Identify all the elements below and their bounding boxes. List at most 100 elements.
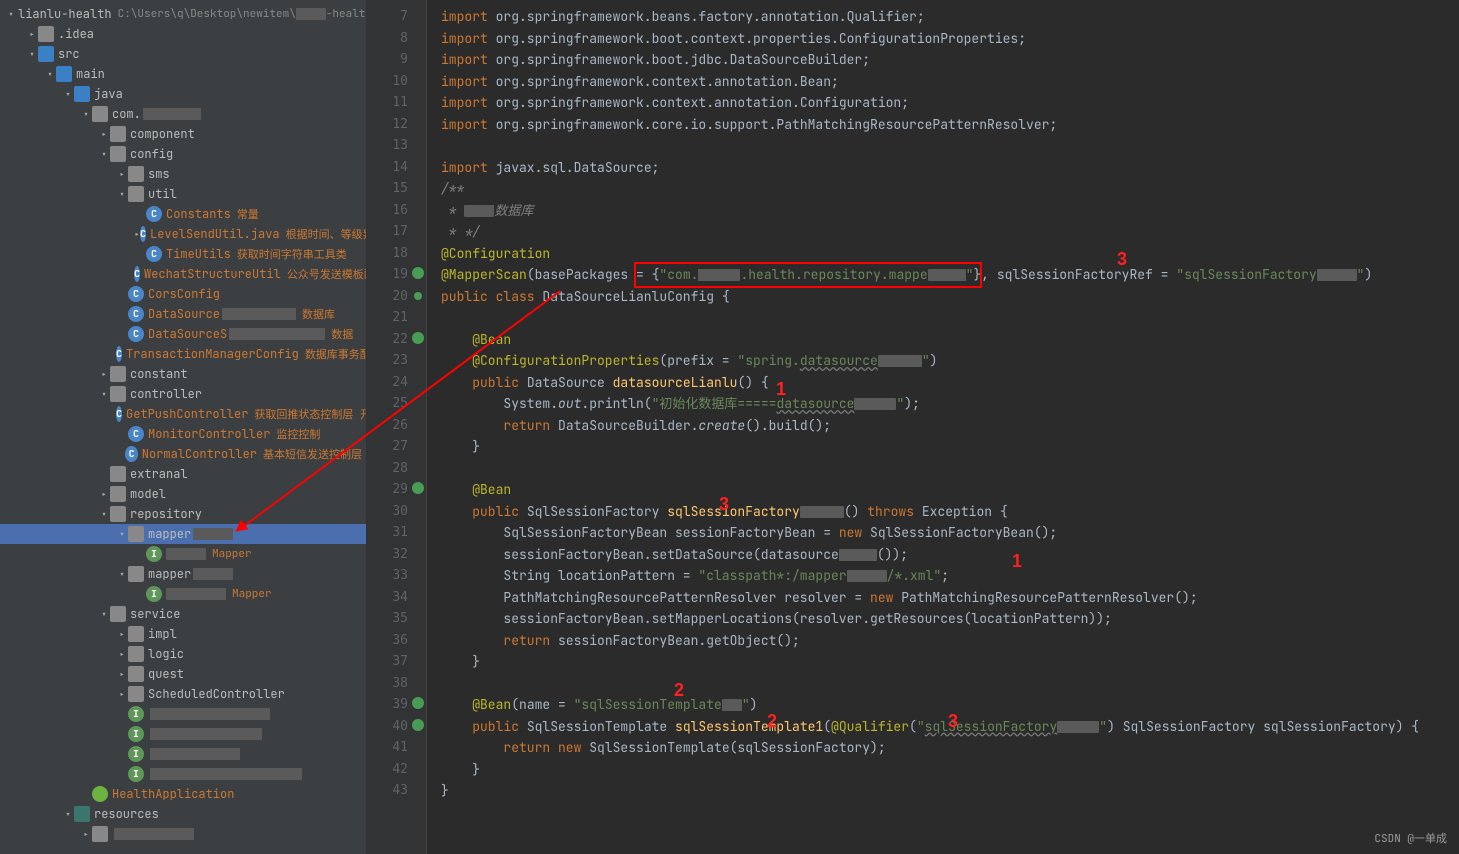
tree-item-blur[interactable] [0, 824, 366, 844]
tree-item-GetPushController[interactable]: GetPushController获取回推状态控制层 开 [0, 404, 366, 424]
expand-arrow[interactable] [98, 368, 110, 381]
tree-item-DataSourceS[interactable]: DataSourceS数据 [0, 324, 366, 344]
expand-arrow[interactable] [98, 388, 110, 401]
tree-item-java[interactable]: java [0, 84, 366, 104]
code-line[interactable]: import org.springframework.context.annot… [441, 92, 1459, 114]
tree-item-NormalController[interactable]: NormalController基本短信发送控制层 [0, 444, 366, 464]
code-line[interactable]: PathMatchingResourcePatternResolver reso… [441, 587, 1459, 609]
expand-arrow[interactable] [116, 688, 128, 701]
tree-item-WechatStructureUtil[interactable]: WechatStructureUtil公众号发送模板配 [0, 264, 366, 284]
code-line[interactable] [441, 135, 1459, 157]
expand-arrow[interactable] [116, 648, 128, 661]
code-line[interactable]: @MapperScan(basePackages = {"com..health… [441, 264, 1459, 286]
tree-item-mapper[interactable]: mapper [0, 564, 366, 584]
code-line[interactable]: import org.springframework.boot.jdbc.Dat… [441, 49, 1459, 71]
code-line[interactable]: } [441, 780, 1459, 802]
gutter-icon[interactable] [412, 697, 424, 709]
expand-arrow[interactable] [98, 508, 110, 521]
code-line[interactable]: @Configuration [441, 243, 1459, 265]
code-line[interactable]: import javax.sql.DataSource; [441, 157, 1459, 179]
tree-item-sms[interactable]: sms [0, 164, 366, 184]
gutter-icon[interactable] [412, 719, 424, 731]
expand-arrow[interactable] [80, 108, 92, 121]
tree-item-util[interactable]: util [0, 184, 366, 204]
expand-arrow[interactable] [98, 148, 110, 161]
code-line[interactable]: import org.springframework.boot.context.… [441, 28, 1459, 50]
gutter-icon[interactable] [412, 482, 424, 494]
expand-arrow[interactable] [62, 88, 74, 101]
tree-item-quest[interactable]: quest [0, 664, 366, 684]
code-line[interactable]: public SqlSessionTemplate sqlSessionTemp… [441, 716, 1459, 738]
tree-item-blur[interactable] [0, 744, 366, 764]
code-line[interactable]: @Bean [441, 329, 1459, 351]
expand-arrow[interactable] [116, 528, 128, 541]
tree-item-resources[interactable]: resources [0, 804, 366, 824]
code-line[interactable]: @Bean(name = "sqlSessionTemplate") [441, 694, 1459, 716]
code-line[interactable]: import org.springframework.beans.factory… [441, 6, 1459, 28]
tree-item-component[interactable]: component [0, 124, 366, 144]
code-line[interactable]: return DataSourceBuilder.create().build(… [441, 415, 1459, 437]
tree-item-CorsConfig[interactable]: CorsConfig [0, 284, 366, 304]
tree-item-blur[interactable]: Mapper [0, 544, 366, 564]
code-area[interactable]: import org.springframework.beans.factory… [427, 0, 1459, 854]
tree-item-LevelSendUtil.java[interactable]: LevelSendUtil.java根据时间、等级判断 [0, 224, 366, 244]
code-line[interactable]: SqlSessionFactoryBean sessionFactoryBean… [441, 522, 1459, 544]
tree-item-model[interactable]: model [0, 484, 366, 504]
expand-arrow[interactable] [116, 188, 128, 201]
tree-item-service[interactable]: service [0, 604, 366, 624]
expand-arrow[interactable] [8, 8, 14, 21]
expand-arrow[interactable] [98, 128, 110, 141]
expand-arrow[interactable] [116, 668, 128, 681]
expand-arrow[interactable] [44, 68, 56, 81]
tree-item-TimeUtils[interactable]: TimeUtils获取时间字符串工具类 [0, 244, 366, 264]
expand-arrow[interactable] [62, 808, 74, 821]
tree-item-constant[interactable]: constant [0, 364, 366, 384]
code-line[interactable]: public DataSource datasourceLianlu() { [441, 372, 1459, 394]
tree-item-ScheduledController[interactable]: ScheduledController [0, 684, 366, 704]
tree-item-.idea[interactable]: .idea [0, 24, 366, 44]
code-line[interactable]: public SqlSessionFactory sqlSessionFacto… [441, 501, 1459, 523]
code-line[interactable]: import org.springframework.context.annot… [441, 71, 1459, 93]
tree-item-config[interactable]: config [0, 144, 366, 164]
expand-arrow[interactable] [116, 568, 128, 581]
code-line[interactable]: } [441, 436, 1459, 458]
tree-item-HealthApplication[interactable]: HealthApplication [0, 784, 366, 804]
gutter-icon[interactable] [412, 332, 424, 344]
tree-item-main[interactable]: main [0, 64, 366, 84]
tree-item-Constants[interactable]: Constants常量 [0, 204, 366, 224]
tree-item-src[interactable]: src [0, 44, 366, 64]
tree-item-TransactionManagerConfig[interactable]: TransactionManagerConfig数据库事务配 [0, 344, 366, 364]
code-line[interactable] [441, 458, 1459, 480]
code-line[interactable]: @ConfigurationProperties(prefix = "sprin… [441, 350, 1459, 372]
code-line[interactable]: * 数据库 [441, 200, 1459, 222]
expand-arrow[interactable] [26, 28, 38, 41]
expand-arrow[interactable] [26, 48, 38, 61]
tree-item-lianlu-health[interactable]: lianlu-healthC:\Users\q\Desktop\newitem\… [0, 4, 366, 24]
code-line[interactable] [441, 673, 1459, 695]
tree-item-mapper[interactable]: mapper [0, 524, 366, 544]
tree-item-blur[interactable] [0, 704, 366, 724]
code-line[interactable]: public class DataSourceLianluConfig { [441, 286, 1459, 308]
tree-item-logic[interactable]: logic [0, 644, 366, 664]
code-line[interactable]: } [441, 759, 1459, 781]
code-line[interactable]: sessionFactoryBean.setMapperLocations(re… [441, 608, 1459, 630]
tree-item-com.[interactable]: com. [0, 104, 366, 124]
code-line[interactable]: System.out.println("初始化数据库=====datasourc… [441, 393, 1459, 415]
tree-item-blur[interactable] [0, 764, 366, 784]
project-tree[interactable]: lianlu-healthC:\Users\q\Desktop\newitem\… [0, 0, 367, 854]
expand-arrow[interactable] [116, 628, 128, 641]
tree-item-repository[interactable]: repository [0, 504, 366, 524]
tree-item-DataSource[interactable]: DataSource数据库 [0, 304, 366, 324]
tree-item-blur[interactable]: Mapper [0, 584, 366, 604]
code-line[interactable]: /** [441, 178, 1459, 200]
code-line[interactable]: import org.springframework.core.io.suppo… [441, 114, 1459, 136]
code-line[interactable]: return sessionFactoryBean.getObject(); [441, 630, 1459, 652]
tree-item-blur[interactable] [0, 724, 366, 744]
expand-arrow[interactable] [98, 488, 110, 501]
tree-item-MonitorController[interactable]: MonitorController监控控制 [0, 424, 366, 444]
tree-item-extranal[interactable]: extranal [0, 464, 366, 484]
tree-item-impl[interactable]: impl [0, 624, 366, 644]
gutter-icon[interactable] [414, 292, 422, 300]
code-line[interactable]: String locationPattern = "classpath*:/ma… [441, 565, 1459, 587]
tree-item-controller[interactable]: controller [0, 384, 366, 404]
